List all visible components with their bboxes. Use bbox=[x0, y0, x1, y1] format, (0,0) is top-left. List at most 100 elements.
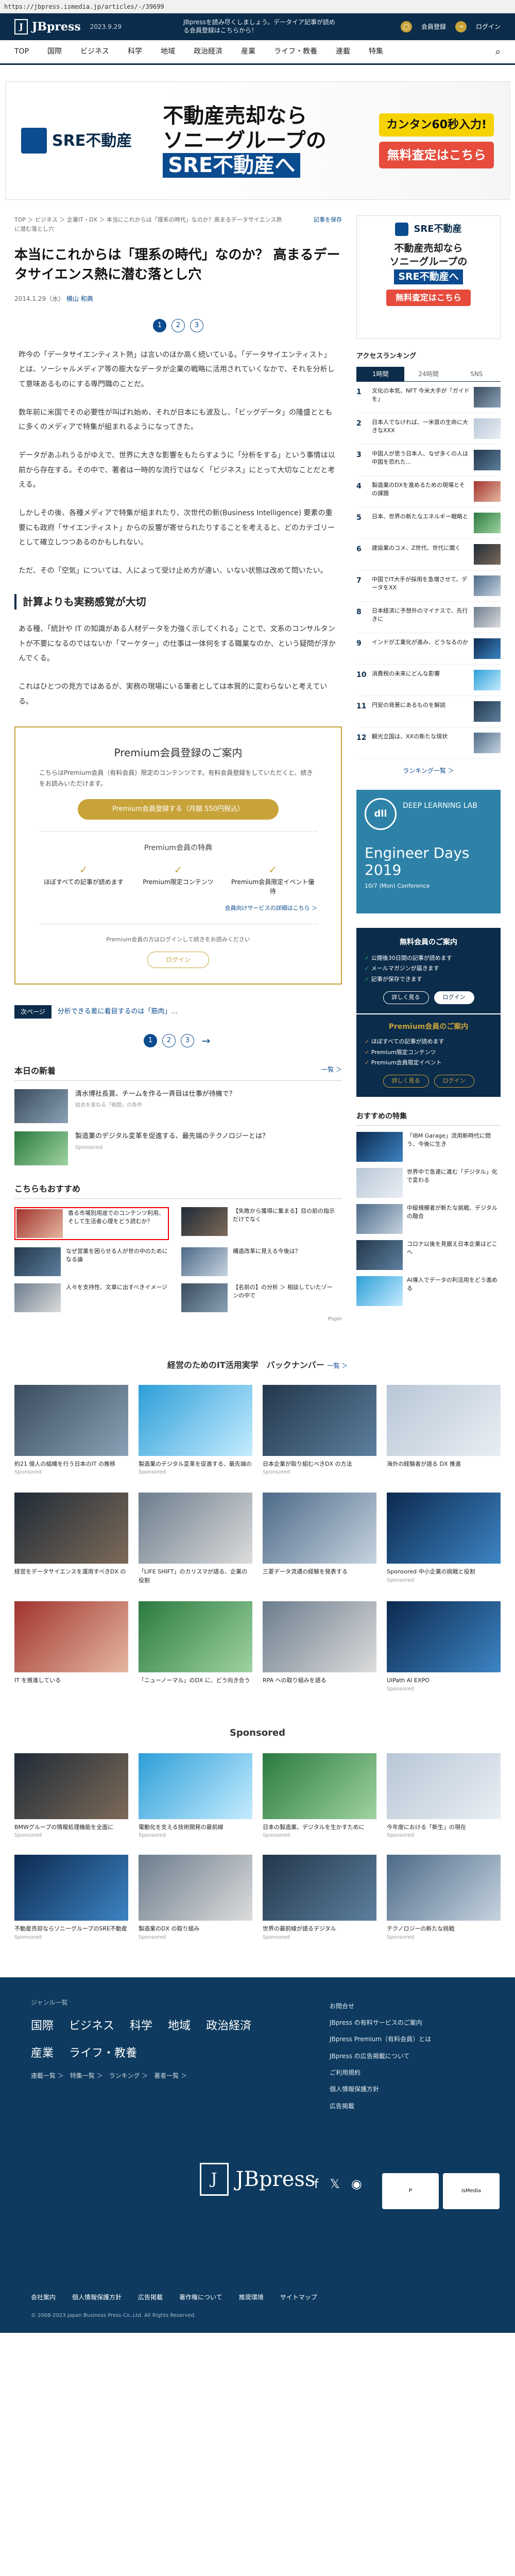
member-login-button[interactable]: ログイン bbox=[434, 991, 474, 1004]
article-author[interactable]: 横山 和典 bbox=[66, 295, 93, 302]
ranking-item[interactable]: 7 中国でIT大手が採用を急増させて、データをXX bbox=[356, 570, 501, 602]
nav-item[interactable]: 科学 bbox=[128, 46, 142, 57]
search-icon[interactable]: ⌕ bbox=[495, 45, 501, 59]
footer-menu-link[interactable]: ご利用規約 bbox=[330, 2064, 431, 2081]
sponsored-card[interactable]: 製造業のDX の取り組み Sponsored bbox=[139, 1855, 252, 1941]
footer-category-link[interactable]: 政治経済 bbox=[206, 2018, 251, 2035]
latest-more-link[interactable]: 一覧 ＞ bbox=[321, 1065, 342, 1077]
footer-menu-link[interactable]: お問合せ bbox=[330, 1998, 431, 2014]
ranking-item[interactable]: 9 インドが工業化が進み、どうなるのか bbox=[356, 633, 501, 665]
footer-link[interactable]: 著作権について bbox=[179, 2293, 222, 2302]
page-link[interactable]: 3 bbox=[181, 1033, 194, 1047]
nav-item[interactable]: 特集 bbox=[369, 46, 383, 57]
footer-category-link[interactable]: 産業 bbox=[31, 2045, 54, 2062]
backnumber-card[interactable]: 日本企業が取り組むべきDX の方法 Sponsored bbox=[263, 1384, 376, 1477]
recommend-item[interactable]: 人々を支持性、文章に出すべきイメージ bbox=[14, 1283, 169, 1312]
premium-details-link[interactable]: 会員向けサービスの詳細はこちら ＞ bbox=[39, 904, 318, 913]
premium-details-button[interactable]: 詳しく見る bbox=[383, 1075, 429, 1088]
nav-item[interactable]: 政治経済 bbox=[194, 46, 222, 57]
recommend-item[interactable]: 構造改革に見える今後は？ bbox=[181, 1247, 336, 1276]
member-details-button[interactable]: 詳しく見る bbox=[383, 991, 429, 1004]
backnumber-card[interactable]: RPA への取り組みを語る bbox=[263, 1601, 376, 1693]
sponsored-card[interactable]: 日本の製造業、デジタルを生かすために Sponsored bbox=[263, 1753, 376, 1840]
page-link[interactable]: 2 bbox=[162, 1033, 176, 1047]
footer-menu-link[interactable]: 個人情報保護方針 bbox=[330, 2081, 431, 2097]
next-arrow-icon[interactable]: → bbox=[199, 1034, 213, 1047]
featured-item[interactable]: 中級規模者が新たな挑戦、デジタルの融合 bbox=[356, 1204, 501, 1234]
ad-appraisal-button[interactable]: 無料査定はこちら bbox=[379, 141, 494, 168]
recommend-item[interactable]: なぜ営業を困らせる人が世の中のためになる論 bbox=[14, 1247, 169, 1276]
facebook-icon[interactable]: f bbox=[314, 2175, 318, 2193]
backnumber-card[interactable]: 「ニューノーマル」のDX に、どう向き合う bbox=[139, 1601, 252, 1693]
footer-category-link[interactable]: ライフ・教養 bbox=[69, 2045, 137, 2062]
backnumber-card[interactable]: Sponsored 中小企業の挑戦と役割 Sponsored bbox=[387, 1493, 501, 1585]
footer-category-link[interactable]: 科学 bbox=[130, 2018, 152, 2035]
login-link[interactable]: ログイン bbox=[476, 22, 501, 31]
featured-item[interactable]: 世界中で急速に進む「デジタル」化で変わる bbox=[356, 1167, 501, 1198]
ranking-item[interactable]: 12 観光立国は、XXの新たな現状 bbox=[356, 727, 501, 759]
ranking-item[interactable]: 4 製造業のDXを進めるための現場とその課題 bbox=[356, 476, 501, 507]
premium-login-button[interactable]: ログイン bbox=[147, 951, 209, 968]
sponsored-card[interactable]: 不動産売却ならソニーグループのSRE不動産 Sponsored bbox=[14, 1855, 128, 1941]
footer-link[interactable]: 会社案内 bbox=[31, 2293, 56, 2302]
ranking-item[interactable]: 6 建設業のコメ、Z世代、世代に聞く bbox=[356, 539, 501, 570]
nav-item[interactable]: ビジネス bbox=[80, 46, 109, 57]
backnumber-card[interactable]: 三菱データ流通の経験を発表する bbox=[263, 1493, 376, 1585]
footer-category-link[interactable]: ビジネス bbox=[69, 2018, 114, 2035]
nav-item[interactable]: 国際 bbox=[47, 46, 62, 57]
backnumber-card[interactable]: 経営をデータサイエンスを運用すべきDX の bbox=[14, 1493, 128, 1585]
sidebar-ad-button[interactable]: 無料査定はこちら bbox=[386, 289, 471, 306]
footer-link[interactable]: サイトマップ bbox=[280, 2293, 317, 2302]
footer-menu-link[interactable]: JBpress の広告掲載について bbox=[330, 2048, 431, 2064]
news-item[interactable]: 製造業のデジタル変革を促進する、最先端のテクノロジーとは？ Sponsored bbox=[14, 1131, 342, 1165]
backnumber-card[interactable]: 「LIFE SHIFT」のカリスマが語る、企業の役割 bbox=[139, 1493, 252, 1585]
dll-event-ad[interactable]: dll DEEP LEARNING LAB Engineer Days 2019… bbox=[356, 789, 501, 913]
page-link[interactable]: 3 bbox=[190, 318, 203, 332]
tab-sns[interactable]: SNS bbox=[453, 367, 501, 381]
nav-item[interactable]: ライフ・教養 bbox=[274, 46, 317, 57]
page-link[interactable]: 1 bbox=[153, 318, 166, 332]
page-link[interactable]: 1 bbox=[144, 1033, 157, 1047]
page-link[interactable]: 2 bbox=[171, 318, 185, 332]
recommend-item[interactable]: 香る市場別用途でのコンテンツ利用、そして生活者心理をどう読むか？ bbox=[14, 1207, 169, 1240]
nav-item[interactable]: 産業 bbox=[241, 46, 255, 57]
footer-category-link[interactable]: 国際 bbox=[31, 2018, 54, 2035]
top-banner-ad[interactable]: SRE不動産 不動産売却なら ソニーグループの SRE不動産へ カンタン60秒入… bbox=[5, 81, 510, 200]
backnumber-card[interactable]: UiPath AI EXPO Sponsored bbox=[387, 1601, 501, 1693]
footer-menu-link[interactable]: JBpress Premium（有料会員）とは bbox=[330, 2031, 431, 2047]
twitter-icon[interactable]: 𝕏 bbox=[330, 2175, 339, 2193]
backnumber-more-link[interactable]: 一覧 ＞ bbox=[327, 1362, 348, 1369]
ranking-item[interactable]: 2 日本人でなければ、一米首の生命に大きなXXX bbox=[356, 413, 501, 445]
footer-link[interactable]: 広告掲載 bbox=[138, 2293, 163, 2302]
ranking-more-link[interactable]: ランキング一覧 ＞ bbox=[356, 766, 501, 775]
next-page-title[interactable]: 分析できる差に着目するのは「筋肉」... bbox=[58, 1007, 178, 1017]
recommend-item[interactable]: 【失敗から獲得に集まる】目の前の指示だけでなく bbox=[181, 1207, 336, 1240]
sponsored-card[interactable]: テクノロジーの新たな挑戦 Sponsored bbox=[387, 1855, 501, 1941]
footer-category-link[interactable]: 地域 bbox=[168, 2018, 191, 2035]
breadcrumb-path[interactable]: TOP ＞ ビジネス ＞ 企業IT・DX ＞ 本当にこれからは「理系の時代」なの… bbox=[14, 215, 282, 233]
featured-item[interactable]: コロナ以後を見据え日本企業はどこへ bbox=[356, 1240, 501, 1270]
sponsored-card[interactable]: 世界の最前線が語るデジタル Sponsored bbox=[263, 1855, 376, 1941]
sponsored-card[interactable]: 電動化を支える技術開発の最前線 Sponsored bbox=[139, 1753, 252, 1840]
ranking-item[interactable]: 10 消費税の未来にどんな影響 bbox=[356, 665, 501, 696]
footer-link[interactable]: 推奨環境 bbox=[239, 2293, 264, 2302]
nav-item[interactable]: TOP bbox=[14, 46, 29, 57]
nav-item[interactable]: 地域 bbox=[161, 46, 175, 57]
backnumber-card[interactable]: 約21 億人の組織を行う日本のIT の推移 Sponsored bbox=[14, 1384, 128, 1477]
sidebar-ad[interactable]: SRE不動産 不動産売却なら ソニーグループの SRE不動産へ 無料査定はこちら bbox=[356, 215, 501, 339]
ranking-item[interactable]: 3 中国人が思う日本人、なぜ多くの人は中国を恐れた... bbox=[356, 445, 501, 476]
featured-item[interactable]: 「IBM Garage」流用新時代に問う、今後に生き bbox=[356, 1131, 501, 1162]
signup-link[interactable]: 会員登録 bbox=[421, 22, 446, 31]
tab-1hour[interactable]: 1時間 bbox=[356, 366, 405, 381]
ranking-item[interactable]: 11 円安の背景にあるものを解説 bbox=[356, 696, 501, 727]
tab-24hour[interactable]: 24時間 bbox=[404, 367, 452, 381]
ad-easy-button[interactable]: カンタン60秒入力! bbox=[379, 113, 494, 137]
featured-item[interactable]: AI導入でデータの利活用をどう進める bbox=[356, 1276, 501, 1306]
backnumber-card[interactable]: IT を推進している bbox=[14, 1601, 128, 1693]
ranking-item[interactable]: 8 日本経済に予想外のマイナスで、先行きに bbox=[356, 602, 501, 633]
nav-item[interactable]: 連載 bbox=[336, 46, 350, 57]
news-item[interactable]: 清水博社長賞、チームを作る一斉目は仕事が待機で？ 組合を束ねる「戦闘」の条件 bbox=[14, 1089, 342, 1123]
sponsored-card[interactable]: BMWグループの情報処理機能を全面に Sponsored bbox=[14, 1753, 128, 1840]
footer-menu-link[interactable]: JBpress の有料サービスのご案内 bbox=[330, 2014, 431, 2031]
footer-link[interactable]: 個人情報保護方針 bbox=[72, 2293, 122, 2302]
